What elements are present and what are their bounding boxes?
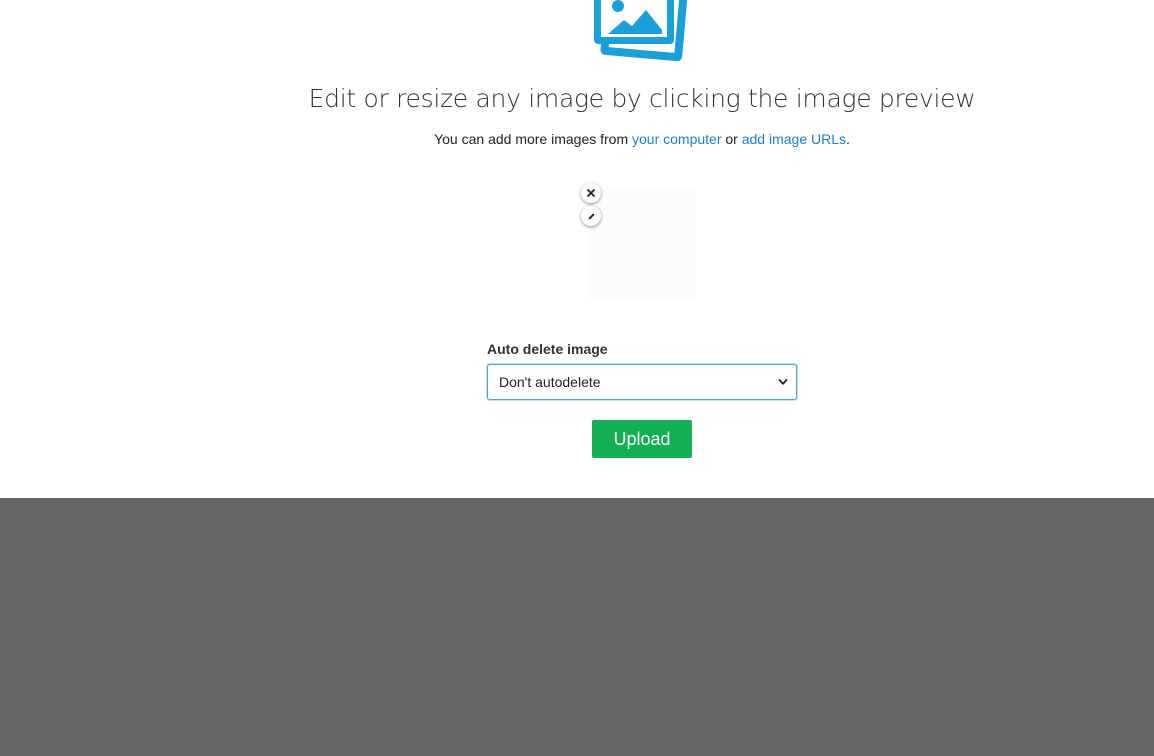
your-computer-link[interactable]: your computer bbox=[632, 131, 721, 147]
upload-button[interactable]: Upload bbox=[592, 420, 692, 458]
page-title: Edit or resize any image by clicking the… bbox=[308, 84, 976, 113]
image-preview[interactable] bbox=[588, 188, 696, 298]
autodelete-label: Auto delete image bbox=[487, 341, 608, 357]
hint-middle: or bbox=[721, 131, 742, 147]
footer-area bbox=[0, 498, 1154, 756]
upload-panel: Edit or resize any image by clicking the… bbox=[0, 0, 1154, 498]
hint-prefix: You can add more images from bbox=[434, 131, 633, 147]
chevron-down-icon bbox=[778, 379, 788, 385]
hint-suffix: . bbox=[846, 131, 850, 147]
pencil-icon bbox=[588, 212, 595, 219]
close-icon bbox=[587, 189, 595, 197]
images-icon bbox=[594, 0, 688, 62]
autodelete-selected-value: Don't autodelete bbox=[499, 374, 601, 390]
add-image-urls-link[interactable]: add image URLs bbox=[742, 131, 846, 147]
autodelete-select[interactable]: Don't autodelete bbox=[487, 364, 797, 400]
remove-image-button[interactable] bbox=[581, 183, 601, 203]
edit-image-button[interactable] bbox=[581, 206, 601, 226]
add-more-hint: You can add more images from your comput… bbox=[0, 131, 1154, 147]
